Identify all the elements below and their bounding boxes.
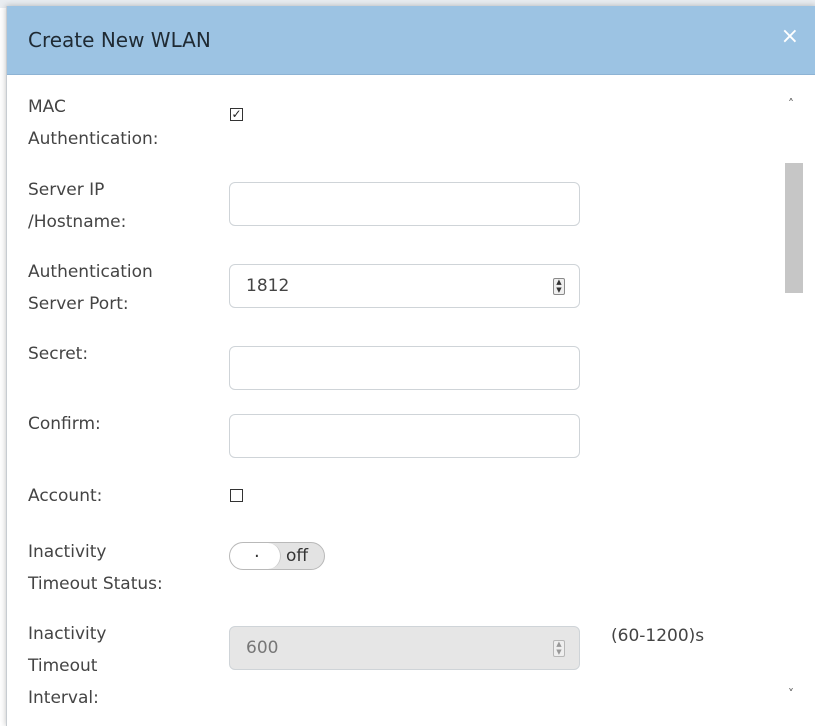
toggle-off-label: off	[286, 546, 309, 566]
mac-auth-label: MAC Authentication:	[28, 97, 159, 149]
dialog-header: Create New WLAN ×	[7, 6, 815, 75]
confirm-label: Confirm:	[28, 414, 101, 434]
inactivity-interval-input: 600 ▲ ▼	[229, 626, 580, 670]
confirm-input[interactable]	[229, 414, 580, 458]
secret-label: Secret:	[28, 344, 89, 364]
chevron-up-icon[interactable]: ˄	[788, 97, 794, 111]
mac-auth-checkbox[interactable]: ✓	[230, 108, 243, 121]
check-icon: ✓	[231, 107, 242, 121]
create-wlan-dialog: Create New WLAN × MAC Authentication: ✓ …	[6, 6, 815, 726]
toggle-knob: .	[230, 543, 281, 569]
chevron-down-icon[interactable]: ˅	[788, 687, 794, 701]
scroll-thumb[interactable]	[785, 163, 803, 293]
close-icon[interactable]: ×	[781, 24, 799, 49]
inactivity-status-toggle[interactable]: . off	[229, 542, 325, 570]
inactivity-interval-label: Inactivity Timeout Interval:	[28, 624, 107, 708]
server-ip-input[interactable]	[229, 182, 580, 226]
auth-port-input[interactable]: 1812 ▲ ▼	[229, 264, 580, 308]
interval-range-hint: (60-1200)s	[611, 626, 705, 646]
inactivity-status-label: Inactivity Timeout Status:	[28, 542, 163, 594]
secret-input[interactable]	[229, 346, 580, 390]
server-ip-label: Server IP /Hostname:	[28, 180, 127, 232]
dialog-title: Create New WLAN	[28, 28, 211, 52]
account-checkbox[interactable]	[230, 489, 243, 502]
dialog-body: MAC Authentication: ✓ Server IP /Hostnam…	[7, 75, 815, 726]
auth-port-label: Authentication Server Port:	[28, 262, 153, 314]
account-label: Account:	[28, 486, 103, 506]
scrollbar[interactable]: ˄ ˅	[783, 95, 805, 707]
spinner-arrows-icon[interactable]: ▲ ▼	[553, 278, 565, 295]
spinner-arrows-icon: ▲ ▼	[553, 640, 565, 657]
